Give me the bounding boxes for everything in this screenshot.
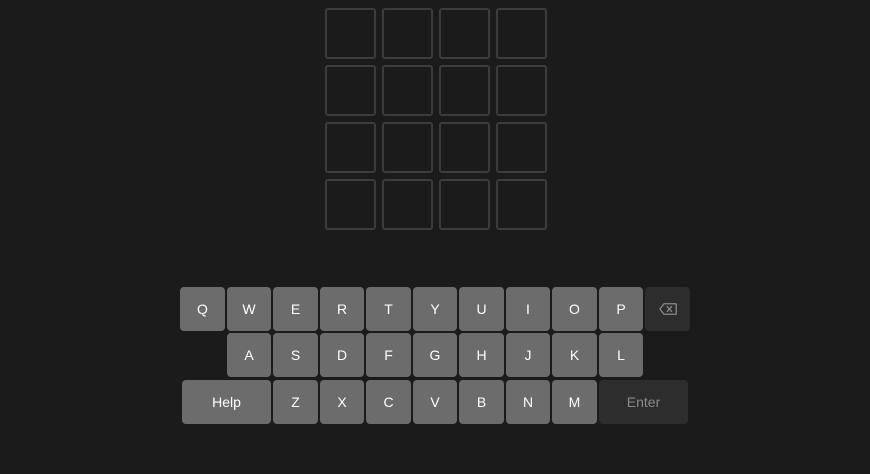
board-tile [439,65,490,116]
backspace-icon [658,303,677,315]
key-y[interactable]: Y [413,287,457,331]
key-k[interactable]: K [552,333,597,377]
key-u[interactable]: U [459,287,504,331]
key-n[interactable]: N [506,380,550,424]
board-tile [496,122,547,173]
board-tile [325,8,376,59]
backspace-key[interactable] [645,287,690,331]
key-a[interactable]: A [227,333,271,377]
board-tile [439,179,490,230]
key-e[interactable]: E [273,287,318,331]
key-v[interactable]: V [413,380,457,424]
key-i[interactable]: I [506,287,550,331]
key-l[interactable]: L [599,333,643,377]
board-tile [439,122,490,173]
game-page: Q W E R T Y U I O P A S D F G H J K L He… [0,0,870,474]
key-w[interactable]: W [227,287,271,331]
board-tile [496,65,547,116]
enter-button[interactable]: Enter [599,380,688,424]
key-x[interactable]: X [320,380,364,424]
key-r[interactable]: R [320,287,364,331]
key-g[interactable]: G [413,333,457,377]
key-j[interactable]: J [506,333,550,377]
board-tile [496,179,547,230]
key-h[interactable]: H [459,333,504,377]
key-z[interactable]: Z [273,380,318,424]
key-c[interactable]: C [366,380,411,424]
keyboard-row-1: Q W E R T Y U I O P [180,287,690,331]
help-button[interactable]: Help [182,380,271,424]
board-tile [439,8,490,59]
keyboard-row-2: A S D F G H J K L [227,333,644,377]
board-tile [382,179,433,230]
key-o[interactable]: O [552,287,597,331]
key-s[interactable]: S [273,333,318,377]
board-tile [382,122,433,173]
board-tile [382,65,433,116]
board-tile [496,8,547,59]
keyboard-row-3: Help Z X C V B N M Enter [182,380,689,424]
key-b[interactable]: B [459,380,504,424]
board-tile [325,179,376,230]
board-tile [325,65,376,116]
key-q[interactable]: Q [180,287,225,331]
key-f[interactable]: F [366,333,411,377]
key-m[interactable]: M [552,380,597,424]
letter-board [325,8,547,230]
key-p[interactable]: P [599,287,643,331]
key-d[interactable]: D [320,333,364,377]
board-tile [382,8,433,59]
key-t[interactable]: T [366,287,411,331]
board-tile [325,122,376,173]
